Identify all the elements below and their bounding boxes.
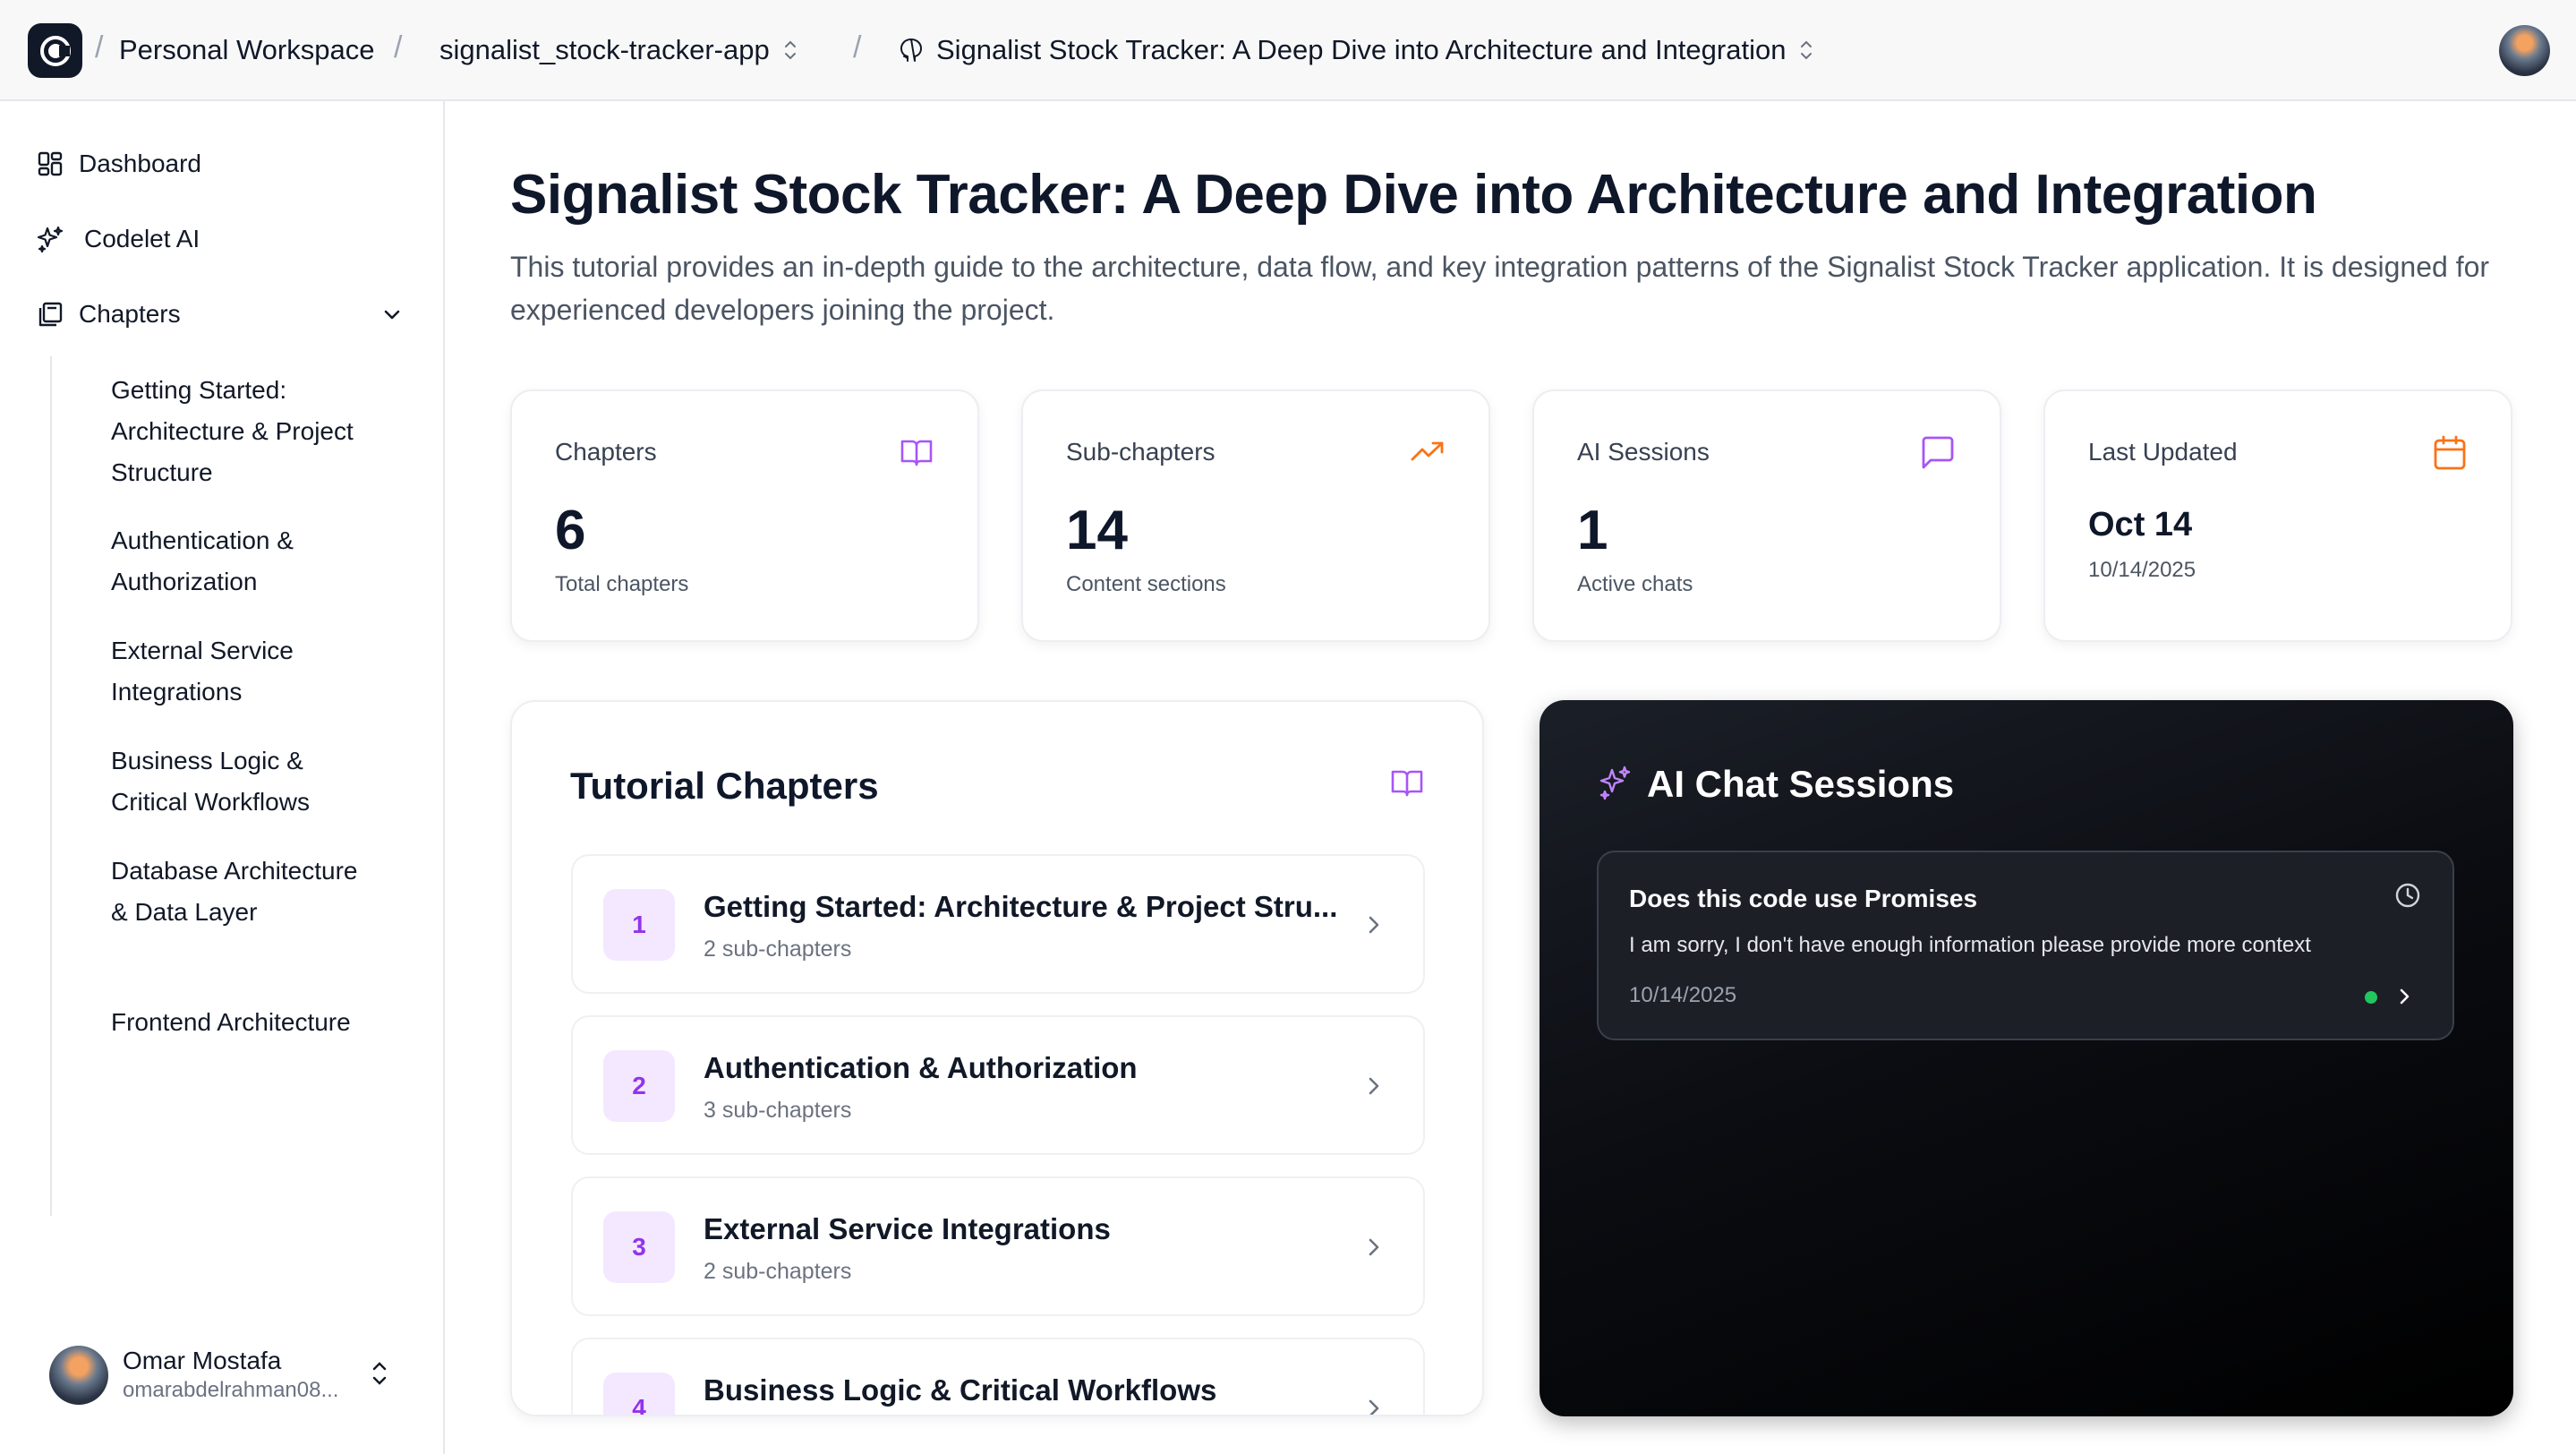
chevron-right-icon: [1369, 1077, 1379, 1095]
page-title: Signalist Stock Tracker: A Deep Dive int…: [510, 164, 2317, 226]
stat-label: Sub-chapters: [1066, 438, 1215, 466]
stat-label: AI Sessions: [1577, 438, 1710, 466]
top-bar: / Personal Workspace / signalist_stock-t…: [0, 0, 2576, 101]
sidebar-chapter-1[interactable]: Getting Started: Architecture & Project …: [111, 370, 362, 493]
tutorial-label: Signalist Stock Tracker: A Deep Dive int…: [936, 34, 1787, 65]
sparkles-icon: [1599, 765, 1631, 800]
sidebar-item-label: Chapters: [79, 300, 181, 328]
chevrons-up-down-icon: [784, 40, 796, 60]
chapters-tree-line: [50, 356, 52, 1216]
book-copy-icon: [36, 300, 64, 329]
chapter-row[interactable]: 1 Getting Started: Architecture & Projec…: [571, 854, 1425, 994]
chapter-number: 4: [603, 1373, 675, 1415]
page-description: This tutorial provides an in-depth guide…: [510, 251, 2490, 326]
chapter-subcount: 2 sub-chapters: [704, 937, 852, 962]
sidebar-chapter-2[interactable]: Authentication & Authorization: [111, 520, 362, 603]
stat-value: 6: [555, 500, 586, 561]
sidebar-item-label: Codelet AI: [84, 225, 200, 252]
sidebar: Dashboard Codelet AI Chapters Getting St…: [0, 101, 445, 1454]
stat-value: Oct 14: [2088, 506, 2193, 543]
chapter-number: 1: [603, 889, 675, 961]
sidebar-chapter-4[interactable]: Business Logic & Critical Workflows: [111, 740, 362, 823]
user-menu[interactable]: Omar Mostafa omarabdelrahman08...: [49, 1346, 338, 1405]
chapter-number: 3: [603, 1211, 675, 1283]
stat-sublabel: Active chats: [1577, 572, 1693, 596]
chapter-row[interactable]: 3 External Service Integrations 2 sub-ch…: [571, 1176, 1425, 1316]
ai-chat-sessions-card: AI Chat Sessions Does this code use Prom…: [1540, 700, 2513, 1416]
tutorial-chapters-card: Tutorial Chapters 1 Getting Started: Arc…: [510, 700, 1484, 1416]
stat-card-chapters: Chapters 6 Total chapters: [510, 389, 979, 642]
sidebar-item-dashboard[interactable]: Dashboard: [36, 150, 201, 178]
logo-icon: [39, 35, 71, 66]
repo-label: signalist_stock-tracker-app: [439, 34, 770, 65]
sidebar-item-label: Dashboard: [79, 150, 201, 177]
chevron-down-icon[interactable]: [380, 304, 404, 327]
active-status-dot: [2365, 991, 2377, 1004]
stat-sublabel: Total chapters: [555, 572, 689, 596]
stat-card-subchapters: Sub-chapters 14 Content sections: [1021, 389, 1490, 642]
workspace-label: Personal Workspace: [119, 34, 375, 65]
breadcrumb-separator: /: [95, 30, 104, 64]
session-title: Does this code use Promises: [1629, 885, 1978, 912]
github-icon: [900, 38, 922, 62]
sidebar-chapter-6[interactable]: Frontend Architecture: [111, 1002, 362, 1043]
sidebar-chapter-3[interactable]: External Service Integrations: [111, 630, 362, 713]
chapter-title: Getting Started: Architecture & Project …: [704, 890, 1338, 923]
stat-value: 14: [1066, 500, 1128, 561]
breadcrumb-separator: /: [394, 30, 403, 64]
user-name: Omar Mostafa: [123, 1347, 282, 1374]
stat-label: Chapters: [555, 438, 657, 466]
stat-value: 1: [1577, 500, 1608, 561]
app-logo[interactable]: [28, 23, 82, 78]
sparkles-icon: [36, 225, 64, 253]
breadcrumb-repo[interactable]: signalist_stock-tracker-app: [439, 34, 798, 66]
sidebar-item-codelet-ai[interactable]: Codelet AI: [36, 225, 200, 253]
chevron-right-icon: [1369, 1399, 1379, 1415]
chevrons-up-down-icon[interactable]: [369, 1358, 390, 1389]
clock-icon: [2395, 883, 2420, 908]
chat-session-item[interactable]: Does this code use Promises I am sorry, …: [1597, 851, 2454, 1040]
chapter-row[interactable]: 2 Authentication & Authorization 3 sub-c…: [571, 1015, 1425, 1155]
chapter-title: Authentication & Authorization: [704, 1051, 1138, 1084]
chevron-right-icon: [1369, 916, 1379, 934]
chapter-number: 2: [603, 1050, 675, 1122]
breadcrumb-tutorial[interactable]: Signalist Stock Tracker: A Deep Dive int…: [899, 34, 1814, 66]
user-email: omarabdelrahman08...: [123, 1378, 339, 1402]
chapter-subcount: 2 sub-chapters: [704, 1259, 852, 1284]
stat-card-ai-sessions: AI Sessions 1 Active chats: [1532, 389, 2001, 642]
chapter-row[interactable]: 4 Business Logic & Critical Workflows: [571, 1338, 1425, 1415]
stat-sublabel: Content sections: [1066, 572, 1226, 596]
trending-up-icon: [1411, 441, 1444, 461]
message-square-icon: [1922, 436, 1954, 469]
stat-label: Last Updated: [2088, 438, 2238, 466]
session-date: 10/14/2025: [1629, 983, 1737, 1007]
sidebar-item-chapters[interactable]: Chapters: [36, 300, 181, 329]
chapter-subcount: 3 sub-chapters: [704, 1098, 852, 1123]
calendar-icon: [2434, 435, 2466, 470]
stat-card-last-updated: Last Updated Oct 14 10/14/2025: [2043, 389, 2512, 642]
stat-sublabel: 10/14/2025: [2088, 558, 2196, 582]
book-open-icon: [1391, 770, 1423, 797]
book-open-icon: [900, 440, 933, 466]
ai-chat-sessions-title: AI Chat Sessions: [1647, 763, 1955, 805]
chevrons-up-down-icon: [1801, 40, 1813, 60]
chapter-title: External Service Integrations: [704, 1212, 1111, 1245]
chapter-title: Business Logic & Critical Workflows: [704, 1373, 1217, 1407]
avatar: [49, 1346, 108, 1405]
breadcrumb-separator: /: [853, 30, 862, 64]
chevron-right-icon: [1369, 1238, 1379, 1256]
breadcrumb-workspace[interactable]: Personal Workspace: [119, 34, 374, 66]
tutorial-chapters-title: Tutorial Chapters: [570, 765, 879, 807]
user-avatar[interactable]: [2499, 25, 2550, 76]
sidebar-chapter-5[interactable]: Database Architecture & Data Layer: [111, 851, 362, 933]
dashboard-icon: [36, 150, 64, 178]
session-last-message: I am sorry, I don't have enough informat…: [1629, 933, 2311, 957]
chevron-right-icon: [2400, 988, 2410, 1005]
